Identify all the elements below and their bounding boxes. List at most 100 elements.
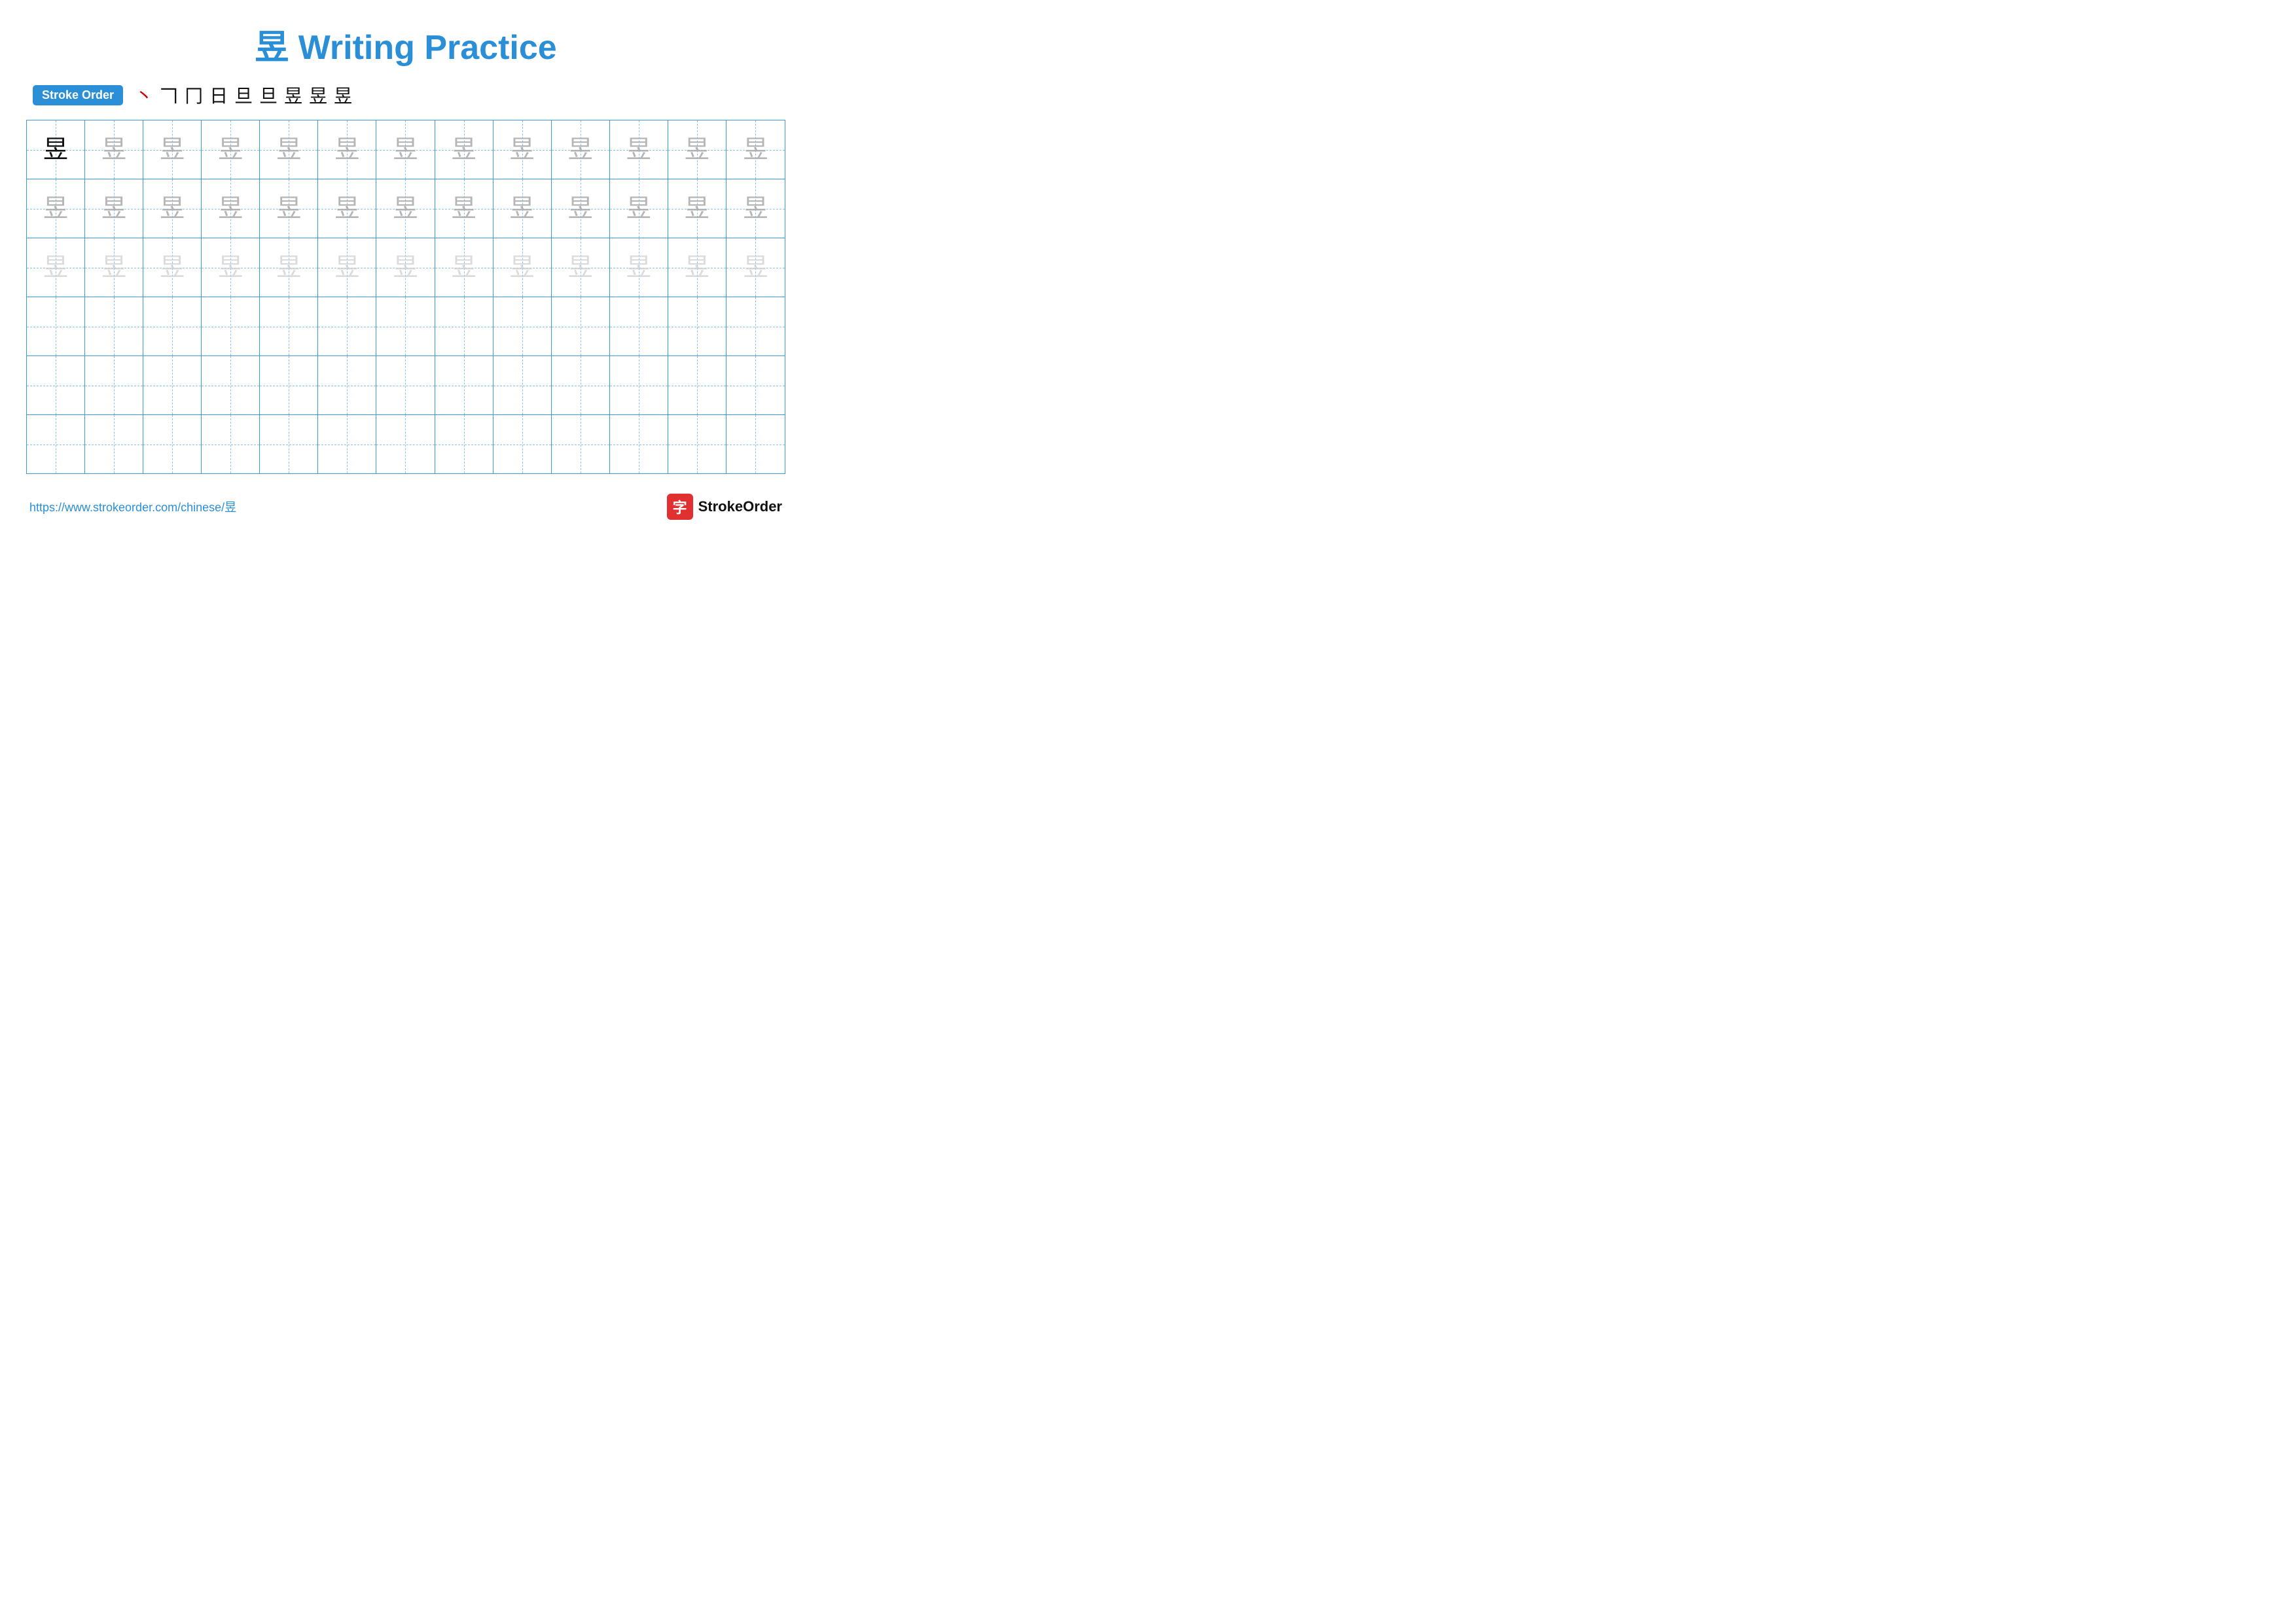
grid-cell[interactable] [376, 356, 435, 414]
grid-cell[interactable] [318, 415, 376, 473]
grid-cell[interactable] [143, 297, 202, 356]
grid-cell[interactable]: 昱 [552, 238, 610, 297]
practice-char: 昱 [43, 196, 68, 221]
grid-cell[interactable] [376, 297, 435, 356]
grid-cell[interactable]: 昱 [668, 238, 726, 297]
grid-cell[interactable]: 昱 [202, 179, 260, 238]
grid-cell[interactable] [610, 297, 668, 356]
grid-cell[interactable] [202, 356, 260, 414]
grid-cell[interactable] [85, 415, 143, 473]
grid-cell[interactable]: 昱 [610, 238, 668, 297]
grid-cell[interactable] [376, 415, 435, 473]
grid-cell[interactable] [493, 297, 552, 356]
practice-char: 昱 [393, 196, 418, 221]
practice-char: 昱 [568, 196, 593, 221]
practice-char: 昱 [452, 255, 476, 280]
stroke-order-row: Stroke Order 丶 𠃍 冂 日 旦 旦 昱 昱 昱 [26, 82, 785, 108]
grid-cell[interactable] [668, 297, 726, 356]
grid-cell[interactable] [552, 415, 610, 473]
grid-cell[interactable]: 昱 [260, 120, 318, 179]
footer: https://www.strokeorder.com/chinese/昱 字 … [26, 494, 785, 520]
grid-cell[interactable]: 昱 [202, 238, 260, 297]
grid-cell[interactable]: 昱 [668, 179, 726, 238]
grid-cell[interactable] [202, 415, 260, 473]
grid-cell[interactable] [493, 415, 552, 473]
grid-cell[interactable] [27, 356, 85, 414]
grid-cell[interactable] [610, 415, 668, 473]
grid-cell[interactable]: 昱 [260, 238, 318, 297]
grid-cell[interactable] [435, 297, 493, 356]
grid-cell[interactable] [552, 297, 610, 356]
practice-char: 昱 [393, 255, 418, 280]
stroke-step-3: 冂 [185, 82, 203, 108]
grid-cell[interactable]: 昱 [143, 120, 202, 179]
grid-cell[interactable]: 昱 [318, 238, 376, 297]
practice-char: 昱 [626, 137, 651, 162]
grid-cell[interactable]: 昱 [726, 179, 785, 238]
grid-cell[interactable]: 昱 [552, 179, 610, 238]
grid-cell[interactable]: 昱 [435, 238, 493, 297]
grid-cell[interactable]: 昱 [668, 120, 726, 179]
practice-char: 昱 [101, 137, 126, 162]
practice-char: 昱 [510, 196, 535, 221]
grid-cell[interactable] [27, 297, 85, 356]
grid-cell[interactable]: 昱 [143, 179, 202, 238]
grid-cell[interactable]: 昱 [435, 179, 493, 238]
practice-char: 昱 [685, 255, 709, 280]
grid-cell[interactable]: 昱 [318, 120, 376, 179]
grid-cell[interactable]: 昱 [143, 238, 202, 297]
grid-cell[interactable]: 昱 [493, 120, 552, 179]
grid-cell[interactable]: 昱 [376, 238, 435, 297]
stroke-order-badge: Stroke Order [33, 85, 123, 105]
grid-cell[interactable]: 昱 [376, 120, 435, 179]
grid-cell[interactable] [318, 356, 376, 414]
grid-cell[interactable]: 昱 [435, 120, 493, 179]
grid-cell[interactable] [435, 415, 493, 473]
grid-cell[interactable] [493, 356, 552, 414]
grid-cell[interactable] [668, 356, 726, 414]
grid-cell[interactable]: 昱 [610, 120, 668, 179]
grid-cell[interactable] [435, 356, 493, 414]
grid-cell[interactable]: 昱 [493, 238, 552, 297]
grid-cell[interactable] [260, 297, 318, 356]
grid-cell[interactable]: 昱 [610, 179, 668, 238]
grid-cell[interactable]: 昱 [27, 120, 85, 179]
grid-cell[interactable]: 昱 [85, 238, 143, 297]
grid-cell[interactable]: 昱 [552, 120, 610, 179]
grid-cell[interactable] [552, 356, 610, 414]
grid-cell[interactable] [143, 415, 202, 473]
grid-cell[interactable]: 昱 [85, 120, 143, 179]
grid-cell[interactable] [27, 415, 85, 473]
stroke-step-7: 昱 [284, 82, 302, 108]
logo-text: StrokeOrder [698, 498, 782, 515]
grid-cell[interactable]: 昱 [376, 179, 435, 238]
grid-cell[interactable]: 昱 [493, 179, 552, 238]
grid-cell[interactable] [726, 297, 785, 356]
grid-cell[interactable]: 昱 [27, 179, 85, 238]
practice-char: 昱 [334, 255, 359, 280]
grid-cell[interactable]: 昱 [726, 120, 785, 179]
grid-cell[interactable]: 昱 [202, 120, 260, 179]
practice-char: 昱 [334, 137, 359, 162]
grid-cell[interactable] [726, 356, 785, 414]
grid-cell[interactable] [726, 415, 785, 473]
grid-cell[interactable]: 昱 [27, 238, 85, 297]
practice-char: 昱 [218, 255, 243, 280]
grid-cell[interactable]: 昱 [726, 238, 785, 297]
grid-cell[interactable] [85, 297, 143, 356]
grid-cell[interactable] [260, 356, 318, 414]
grid-cell[interactable] [610, 356, 668, 414]
grid-cell[interactable] [260, 415, 318, 473]
practice-grid[interactable]: 昱 昱 昱 昱 昱 昱 昱 昱 昱 昱 昱 昱 昱 昱 昱 昱 昱 昱 昱 昱 … [26, 120, 785, 474]
footer-url[interactable]: https://www.strokeorder.com/chinese/昱 [29, 498, 236, 515]
grid-cell[interactable] [143, 356, 202, 414]
grid-cell[interactable]: 昱 [85, 179, 143, 238]
grid-cell[interactable] [85, 356, 143, 414]
grid-cell[interactable] [318, 297, 376, 356]
grid-cell[interactable] [202, 297, 260, 356]
grid-cell[interactable] [668, 415, 726, 473]
practice-char: 昱 [276, 137, 301, 162]
grid-cell[interactable]: 昱 [318, 179, 376, 238]
grid-cell[interactable]: 昱 [260, 179, 318, 238]
practice-char: 昱 [276, 255, 301, 280]
